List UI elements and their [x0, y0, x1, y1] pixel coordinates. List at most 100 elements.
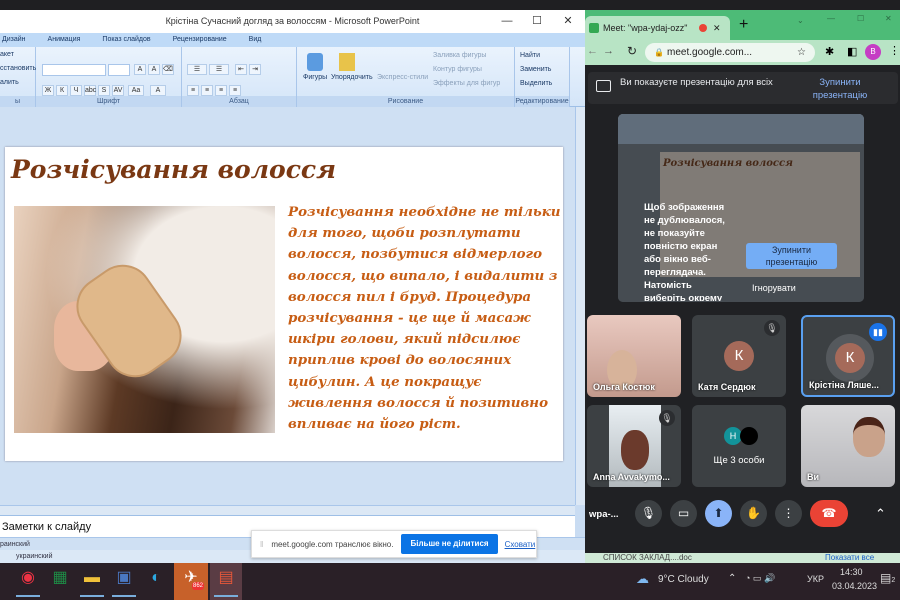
tab-slideshow[interactable]: Показ слайдов	[102, 33, 150, 47]
more-participants-tile[interactable]: Н Ще 3 особи	[692, 405, 786, 487]
tab-view[interactable]: Вид	[249, 33, 262, 47]
telegram-icon[interactable]: ✈ 862	[174, 563, 208, 600]
font-name-select[interactable]	[42, 64, 106, 76]
find-button[interactable]: Найти	[520, 52, 540, 59]
group-label: Абзац	[182, 96, 296, 107]
clock-date[interactable]: 03.04.2023	[832, 581, 877, 591]
tab-search-icon[interactable]: ⌄	[797, 16, 804, 25]
delete-button[interactable]: алить	[0, 79, 19, 86]
participant-tile[interactable]: Ольга Костюк	[587, 315, 681, 397]
stop-sharing-button[interactable]: Більше не ділитися	[401, 534, 498, 554]
present-button[interactable]: ⬆	[705, 500, 732, 527]
preview-stop-button[interactable]: Зупинити презентацію	[746, 243, 837, 269]
raise-hand-button[interactable]: ✋	[740, 500, 767, 527]
spacing-button[interactable]: AV	[112, 85, 124, 96]
shape-fill-button[interactable]: Заливка фигуры	[433, 52, 486, 59]
reload-icon[interactable]: ↻	[627, 44, 637, 58]
decrease-indent-icon[interactable]: ⇤	[235, 64, 247, 75]
arrange-button[interactable]: Упорядочить	[331, 74, 373, 81]
participant-tile[interactable]: 🎙 К Катя Сердюк	[692, 315, 786, 397]
bullets-icon[interactable]: ☰	[187, 64, 207, 75]
notifications-icon[interactable]: ▤2	[880, 571, 895, 585]
close-button[interactable]: ✕	[885, 14, 892, 23]
maximize-button[interactable]: ☐	[522, 10, 552, 33]
camera-button[interactable]: ▭	[670, 500, 697, 527]
participant-tile[interactable]: 🎙 Anna Avvakymo...	[587, 405, 681, 487]
stop-presenting-link[interactable]: Зупинити презентацію	[800, 76, 880, 102]
maximize-button[interactable]: ☐	[857, 14, 864, 23]
tray-chevron-icon[interactable]: ⌃	[728, 573, 736, 584]
word-icon[interactable]: ▣	[108, 563, 140, 600]
slide[interactable]: Розчісування волосся Розчісування необхі…	[5, 147, 563, 461]
input-language[interactable]: УКР	[807, 574, 824, 584]
vertical-scrollbar[interactable]	[575, 107, 585, 505]
powerpoint-icon[interactable]: ▤	[210, 563, 242, 600]
tab-review[interactable]: Рецензирование	[173, 33, 227, 47]
shadow-button[interactable]: S	[98, 85, 110, 96]
grow-font-button[interactable]: A	[134, 64, 146, 75]
powerpoint-window: Крістіна Сучасний догляд за волоссям - M…	[0, 10, 585, 563]
more-options-button[interactable]: ⋮	[775, 500, 802, 527]
increase-indent-icon[interactable]: ⇥	[249, 64, 261, 75]
file-explorer-icon[interactable]: ▬	[76, 563, 108, 600]
microphone-button[interactable]: 🎙	[635, 500, 662, 527]
bookmark-star-icon[interactable]: ☆	[797, 43, 806, 62]
select-button[interactable]: Выделить	[520, 80, 552, 87]
bold-button[interactable]: Ж	[42, 85, 54, 96]
tab-design[interactable]: Дизайн	[2, 33, 26, 47]
chevron-up-icon[interactable]: ⌃	[875, 506, 886, 522]
ignore-button[interactable]: Ігнорувати	[752, 283, 796, 293]
align-center-icon[interactable]: ≡	[201, 85, 213, 96]
shrink-font-button[interactable]: A	[148, 64, 160, 75]
case-button[interactable]: Aa	[128, 85, 144, 96]
show-all-button[interactable]: Показати все	[825, 553, 874, 562]
close-button[interactable]: ✕	[553, 10, 583, 33]
network-icon[interactable]: ◔ ▭ 🔊	[745, 573, 775, 584]
participant-tile-active-speaker[interactable]: ▮▮ К Крістіна Ляше...	[801, 315, 895, 397]
font-size-select[interactable]	[108, 64, 130, 76]
align-right-icon[interactable]: ≡	[215, 85, 227, 96]
replace-button[interactable]: Заменить	[520, 66, 551, 73]
tab-animation[interactable]: Анимация	[48, 33, 81, 47]
clock-time[interactable]: 14:30	[840, 567, 863, 577]
reset-button[interactable]: сстановить	[0, 65, 36, 72]
clear-format-button[interactable]: ⌫	[162, 64, 174, 75]
minimize-button[interactable]: —	[492, 10, 522, 33]
drag-handle-icon[interactable]: ‖	[260, 540, 263, 549]
font-color-button[interactable]: A	[150, 85, 166, 96]
excel-icon[interactable]: ▦	[44, 563, 76, 600]
layout-button[interactable]: акет	[0, 51, 14, 58]
new-tab-button[interactable]: +	[739, 16, 748, 34]
numbering-icon[interactable]: ☰	[209, 64, 229, 75]
shapes-icon	[307, 53, 323, 71]
strikethrough-button[interactable]: abc	[84, 85, 96, 96]
meeting-code[interactable]: wpa-...	[589, 509, 619, 520]
close-tab-icon[interactable]: ✕	[713, 16, 721, 40]
horizontal-scrollbar[interactable]	[0, 505, 575, 515]
shapes-button[interactable]: Фигуры	[303, 74, 327, 81]
edge-icon[interactable]: ◐	[140, 563, 172, 600]
side-panel-icon[interactable]: ◧	[847, 45, 857, 58]
shape-effects-button[interactable]: Эффекты для фигур	[433, 80, 500, 87]
forward-icon[interactable]: →	[603, 45, 614, 57]
chrome-icon[interactable]: ◉	[12, 563, 44, 600]
shape-outline-button[interactable]: Контур фигуры	[433, 66, 482, 73]
weather-text[interactable]: 9°C Cloudy	[658, 574, 709, 585]
slide-body-line: впливає на його ріст.	[288, 416, 461, 433]
profile-avatar[interactable]: B	[865, 44, 881, 60]
download-item[interactable]: СПИСОК ЗАКЛАД....doc	[603, 553, 692, 562]
meet-tab[interactable]: Meet: "wpa-ydaj-ozz" ✕	[585, 16, 730, 40]
minimize-button[interactable]: —	[827, 14, 835, 23]
underline-button[interactable]: Ч	[70, 85, 82, 96]
self-tile[interactable]: Ви	[801, 405, 895, 487]
italic-button[interactable]: К	[56, 85, 68, 96]
align-left-icon[interactable]: ≡	[187, 85, 199, 96]
menu-icon[interactable]: ⋮	[889, 44, 900, 57]
hide-link[interactable]: Сховати	[505, 540, 536, 549]
quick-styles-button[interactable]: Экспресс-стили	[377, 74, 428, 81]
extensions-icon[interactable]: ✱	[825, 45, 834, 58]
justify-icon[interactable]: ≡	[229, 85, 241, 96]
back-icon[interactable]: ←	[587, 45, 598, 57]
address-bar[interactable]: 🔒 meet.google.com... ☆	[645, 43, 815, 62]
end-call-button[interactable]: ☎	[810, 500, 848, 527]
